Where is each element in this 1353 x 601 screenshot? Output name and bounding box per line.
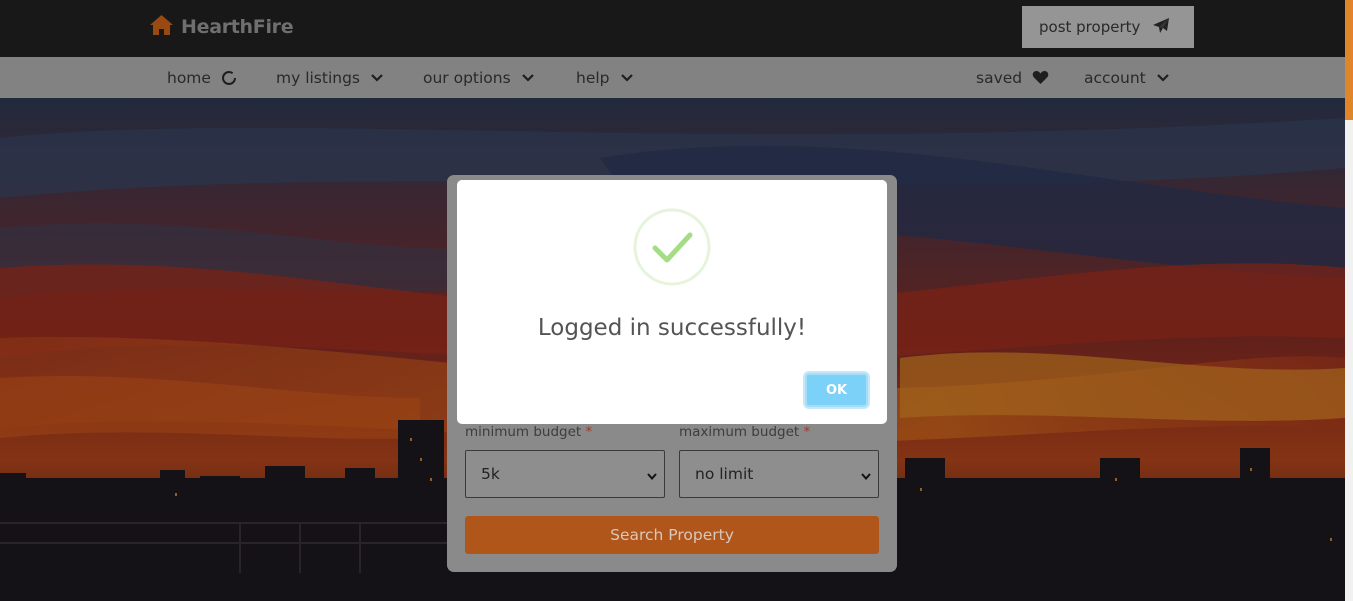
max-budget-value: no limit: [695, 465, 754, 483]
search-property-button[interactable]: Search Property: [465, 516, 879, 554]
success-dialog: Logged in successfully! OK: [457, 180, 887, 424]
min-budget-label-text: minimum budget: [465, 424, 582, 440]
ok-button[interactable]: OK: [805, 373, 868, 407]
min-budget-select[interactable]: 5k: [465, 450, 665, 498]
chevron-down-icon: [860, 468, 872, 486]
success-check-icon: [633, 208, 711, 286]
max-budget-select[interactable]: no limit: [679, 450, 879, 498]
scrollbar-thumb[interactable]: [1345, 0, 1353, 120]
chevron-down-icon: [646, 468, 658, 486]
min-budget-value: 5k: [481, 465, 500, 483]
min-budget-label: minimum budget *: [465, 424, 592, 440]
max-budget-label: maximum budget *: [679, 424, 810, 440]
required-marker: *: [585, 424, 593, 440]
required-marker: *: [803, 424, 811, 440]
max-budget-label-text: maximum budget: [679, 424, 800, 440]
dialog-title: Logged in successfully!: [537, 315, 807, 341]
